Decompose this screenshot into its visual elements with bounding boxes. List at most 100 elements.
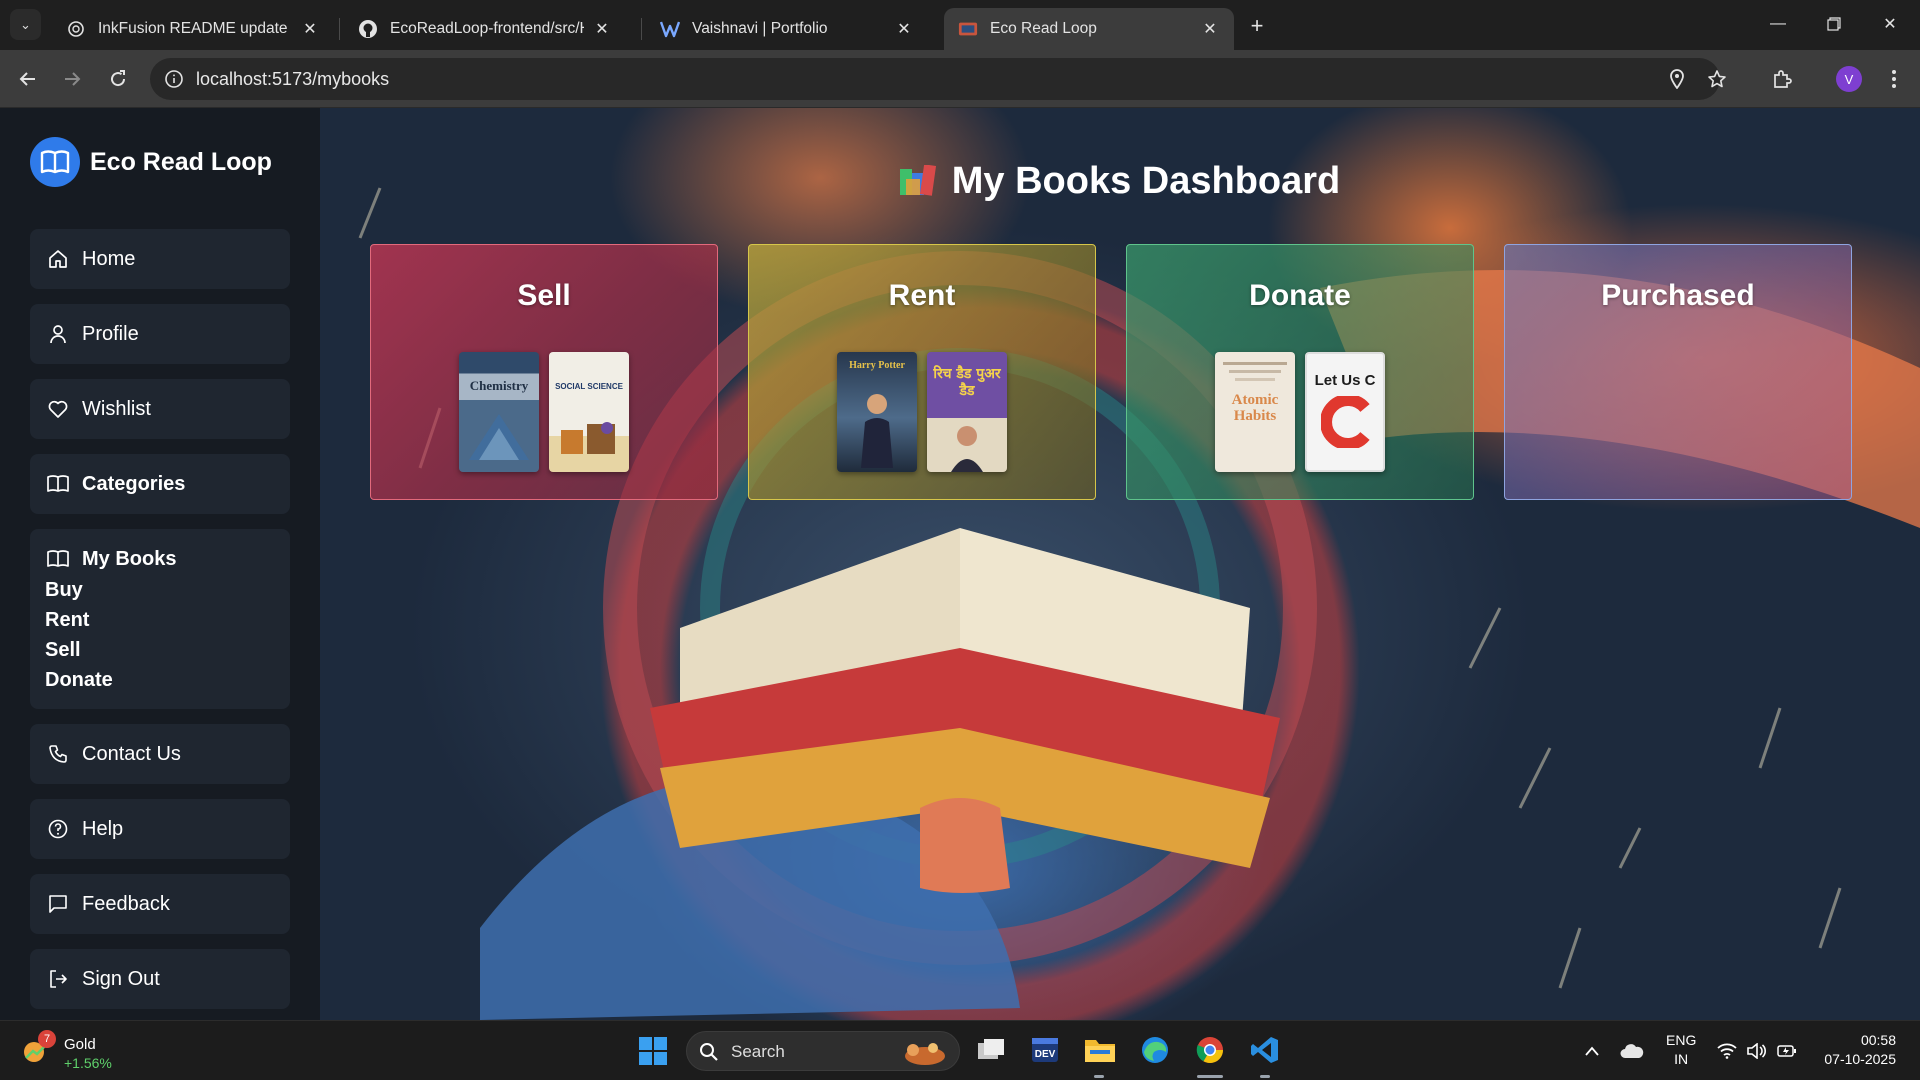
bookmark-star-icon[interactable]: [1706, 68, 1728, 90]
sidebar-item-categories[interactable]: Categories: [30, 454, 290, 514]
arrow-left-icon: [19, 72, 35, 86]
svg-text:DEV: DEV: [1035, 1049, 1056, 1060]
sidebar-item-profile[interactable]: Profile: [30, 304, 290, 364]
book-cover-title: Let Us C: [1314, 372, 1376, 389]
sidebar-item-label: Feedback: [82, 892, 170, 915]
chrome-browser-icon[interactable]: [1193, 1033, 1227, 1067]
sidebar-item-my-books: My Books Buy Rent Sell Donate: [30, 529, 290, 709]
close-icon[interactable]: ✕: [894, 19, 914, 39]
minimize-button[interactable]: —: [1750, 0, 1806, 48]
book-cover-title: Chemistry: [469, 378, 529, 393]
language-code: ENG: [1666, 1032, 1697, 1048]
volume-icon[interactable]: [1745, 1039, 1769, 1063]
portfolio-icon: [660, 19, 680, 39]
sidebar-item-home[interactable]: Home: [30, 229, 290, 289]
location-pin-icon[interactable]: [1666, 68, 1688, 90]
sidebar-item-help[interactable]: Help: [30, 799, 290, 859]
tab-title: EcoReadLoop-frontend/src/Hon: [390, 20, 584, 37]
sidebar-item-wishlist[interactable]: Wishlist: [30, 379, 290, 439]
browser-tab-1[interactable]: InkFusion README update ✕: [52, 8, 334, 50]
sidebar-item-feedback[interactable]: Feedback: [30, 874, 290, 934]
sidebar-item-label: Categories: [82, 472, 186, 495]
wifi-icon[interactable]: [1715, 1039, 1739, 1063]
my-books-donate-link[interactable]: Donate: [45, 669, 113, 692]
book-covers: Chemistry SOCIAL SCIENCE: [371, 352, 717, 472]
brand[interactable]: Eco Read Loop: [30, 137, 272, 187]
help-circle-icon: [46, 817, 70, 841]
browser-tab-3[interactable]: Vaishnavi | Portfolio ✕: [646, 8, 928, 50]
close-icon[interactable]: ✕: [1200, 19, 1220, 39]
more-options-icon[interactable]: [1880, 65, 1908, 93]
edge-browser-icon[interactable]: [1138, 1033, 1172, 1067]
book-open-icon: [46, 472, 70, 496]
rent-card[interactable]: Rent Harry Potter रिच डैड पुअर डैड: [748, 244, 1096, 500]
book-cover[interactable]: SOCIAL SCIENCE: [549, 352, 629, 472]
reload-icon: [111, 70, 126, 87]
back-button[interactable]: [13, 64, 43, 94]
book-cover[interactable]: Harry Potter: [837, 352, 917, 472]
tab-title: Eco Read Loop: [990, 20, 1097, 37]
sidebar-item-contact[interactable]: Contact Us: [30, 724, 290, 784]
book-cover[interactable]: Atomic Habits: [1215, 352, 1295, 472]
running-indicator: [1260, 1075, 1270, 1078]
page-title-text: My Books Dashboard: [951, 160, 1341, 202]
search-highlight-icon: [905, 1043, 945, 1065]
new-tab-button[interactable]: +: [1243, 12, 1271, 40]
purchased-card[interactable]: Purchased: [1504, 244, 1852, 500]
tab-title: Vaishnavi | Portfolio: [692, 20, 828, 37]
phone-icon: [46, 742, 70, 766]
url-text[interactable]: localhost:5173/mybooks: [196, 69, 389, 90]
book-cover[interactable]: रिच डैड पुअर डैड: [927, 352, 1007, 472]
my-books-rent-link[interactable]: Rent: [45, 609, 89, 632]
card-title: Purchased: [1601, 279, 1755, 312]
home-icon: [46, 247, 70, 271]
sell-card[interactable]: Sell Chemistry SOCIAL SCIENCE: [370, 244, 718, 500]
log-out-icon: [46, 967, 70, 991]
browser-tab-bar: ⌄ InkFusion README update ✕ EcoReadLoop-…: [0, 0, 1920, 50]
minimize-icon: —: [1770, 15, 1786, 32]
close-icon[interactable]: ✕: [592, 19, 612, 39]
clock[interactable]: 00:58 07-10-2025: [1814, 1031, 1896, 1069]
book-cover-title: Harry Potter: [849, 360, 905, 371]
language-indicator[interactable]: ENG IN: [1666, 1031, 1696, 1069]
browser-tab-2[interactable]: EcoReadLoop-frontend/src/Hon ✕: [344, 8, 626, 50]
info-icon[interactable]: [162, 67, 186, 91]
tab-search-button[interactable]: ⌄: [10, 9, 41, 40]
browser-tab-active[interactable]: Eco Read Loop ✕: [944, 8, 1234, 50]
close-icon[interactable]: ✕: [300, 19, 320, 39]
battery-icon[interactable]: [1775, 1039, 1799, 1063]
windows-start-icon[interactable]: [638, 1036, 668, 1066]
chevron-up-icon[interactable]: [1580, 1039, 1604, 1063]
book-cover[interactable]: Let Us C: [1305, 352, 1385, 472]
dev-app-icon[interactable]: DEV: [1028, 1033, 1062, 1067]
active-app-indicator: [1197, 1075, 1223, 1078]
tab-title: InkFusion README update: [98, 20, 288, 37]
book-covers: Harry Potter रिच डैड पुअर डैड: [749, 352, 1095, 472]
book-cover-title: रिच डैड पुअर डैड: [933, 366, 1001, 399]
book-covers: Atomic Habits Let Us C: [1127, 352, 1473, 472]
extensions-icon[interactable]: [1768, 65, 1796, 93]
forward-button[interactable]: [57, 64, 87, 94]
sidebar: Eco Read Loop Home Profile Wishlist Cate…: [0, 108, 320, 1020]
book-open-icon: [46, 547, 70, 571]
chevron-down-icon: ⌄: [20, 16, 31, 32]
my-books-sell-link[interactable]: Sell: [45, 639, 81, 662]
task-view-icon[interactable]: [974, 1033, 1008, 1067]
file-explorer-icon[interactable]: [1083, 1033, 1117, 1067]
reload-button[interactable]: [103, 64, 133, 94]
vscode-icon[interactable]: [1248, 1033, 1282, 1067]
taskbar-search[interactable]: Search: [686, 1031, 960, 1071]
cloud-icon[interactable]: [1620, 1039, 1644, 1063]
close-icon: ✕: [1883, 16, 1897, 33]
my-books-buy-link[interactable]: Buy: [45, 579, 83, 602]
book-cover[interactable]: Chemistry: [459, 352, 539, 472]
sidebar-item-sign-out[interactable]: Sign Out: [30, 949, 290, 1009]
profile-avatar[interactable]: V: [1836, 66, 1862, 92]
address-bar[interactable]: localhost:5173/mybooks: [150, 58, 1726, 100]
open-book-logo-icon: [30, 137, 80, 187]
restore-button[interactable]: [1806, 0, 1862, 48]
close-window-button[interactable]: ✕: [1862, 0, 1918, 48]
donate-card[interactable]: Donate Atomic Habits Let Us C: [1126, 244, 1474, 500]
my-books-header[interactable]: My Books: [46, 547, 176, 571]
sidebar-item-label: Contact Us: [82, 742, 181, 765]
